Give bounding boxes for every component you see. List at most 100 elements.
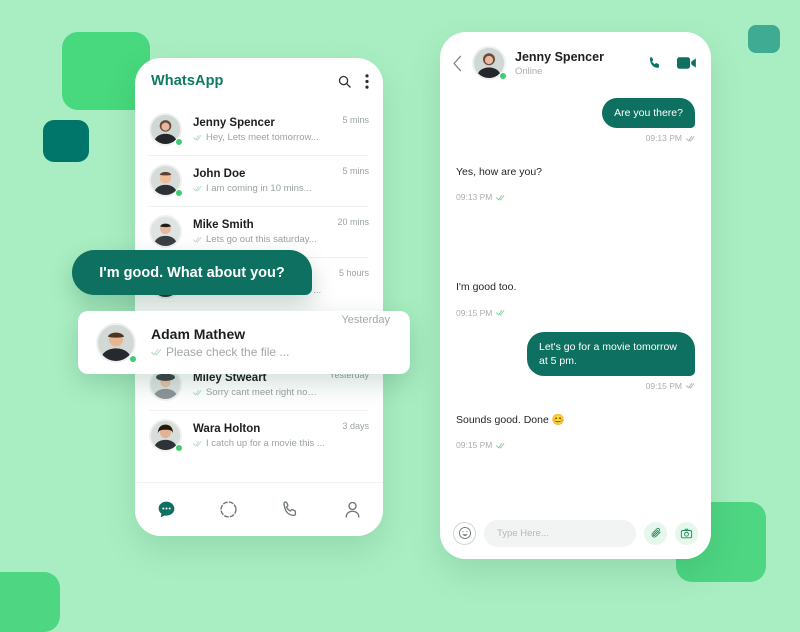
double-check-icon	[193, 134, 202, 141]
floating-chat-card[interactable]: Adam Mathew Please check the file ... Ye…	[78, 311, 410, 374]
chat-item-time: 20 mins	[337, 217, 369, 227]
avatar[interactable]	[472, 46, 507, 80]
avatar	[149, 164, 183, 197]
nav-item-profile[interactable]	[321, 499, 383, 520]
camera-icon[interactable]	[675, 521, 698, 545]
message-bubble[interactable]: Yes, how are you?	[456, 157, 547, 188]
message-meta: 09:15 PM	[456, 308, 505, 318]
chat-item-time: 5 hours	[338, 268, 369, 278]
double-check-icon	[193, 185, 202, 192]
message-time: 09:15 PM	[456, 440, 493, 451]
app-bar: WhatsApp	[135, 58, 383, 104]
double-check-icon	[193, 440, 202, 447]
floating-card-texts: Adam Mathew Please check the file ...	[151, 326, 333, 359]
chat-list-item[interactable]: Jenny Spencer Hey, Lets meet tomorrow...…	[135, 104, 383, 155]
bottom-navigation	[135, 482, 383, 536]
message-meta: 09:15 PM	[646, 381, 695, 391]
message-group: I'm good too. 09:15 PM	[456, 272, 695, 318]
chat-item-preview: Lets go out this saturday...	[206, 233, 317, 245]
message-input-bar: Type Here...	[440, 507, 711, 559]
chat-list-item[interactable]: Wara Holton I catch up for a movie this …	[135, 410, 383, 461]
online-badge	[175, 138, 183, 146]
person-icon	[345, 501, 359, 518]
video-camera-icon[interactable]	[677, 56, 697, 70]
search-icon[interactable]	[337, 74, 352, 89]
double-check-icon	[686, 135, 695, 142]
chat-item-texts: Wara Holton I catch up for a movie this …	[193, 423, 334, 449]
decor-square-teal-top-right	[748, 25, 780, 53]
conversation-phone: Jenny Spencer Online Are you there? 09:1…	[440, 32, 711, 559]
floating-card-preview: Please check the file ...	[166, 345, 290, 359]
avatar	[149, 419, 183, 452]
chat-item-texts: Mike Smith Lets go out this saturday...	[193, 219, 329, 245]
chat-item-texts: Jenny Spencer Hey, Lets meet tomorrow...	[193, 117, 334, 143]
chat-item-texts: Miley Stweart Sorry cant meet right now.…	[193, 372, 321, 398]
avatar	[96, 322, 137, 363]
nav-item-status[interactable]	[197, 499, 259, 520]
chat-bubble-icon	[158, 501, 174, 518]
message-bubble[interactable]: Are you there?	[602, 98, 695, 129]
double-check-icon	[496, 194, 505, 201]
decor-square-teal-left	[43, 120, 89, 162]
app-bar-actions	[337, 73, 369, 89]
message-bubble[interactable]: Sounds good. Done 😊	[456, 404, 569, 436]
featured-bubble-spacer	[456, 216, 695, 272]
nav-item-calls[interactable]	[259, 499, 321, 520]
message-bubble[interactable]: I'm good too.	[456, 272, 521, 303]
chat-item-name: Jenny Spencer	[193, 116, 275, 129]
message-time: 09:15 PM	[456, 307, 493, 318]
decor-square-green-bottom-left	[0, 572, 60, 632]
chat-item-time: 5 mins	[342, 166, 369, 176]
message-time: 09:13 PM	[645, 133, 682, 144]
chat-item-texts: John Doe I am coming in 10 mins...	[193, 168, 334, 194]
chat-list-item[interactable]: John Doe I am coming in 10 mins... 5 min…	[135, 155, 383, 206]
double-check-icon	[496, 310, 505, 316]
app-title: WhatsApp	[151, 73, 224, 89]
chat-item-name: Mike Smith	[193, 218, 254, 231]
chat-item-name: Wara Holton	[193, 422, 261, 435]
chevron-left-icon[interactable]	[450, 51, 469, 76]
double-check-icon	[496, 442, 505, 449]
message-group: Sounds good. Done 😊 09:15 PM	[456, 404, 695, 450]
chat-item-time: 5 mins	[342, 115, 369, 125]
message-input[interactable]: Type Here...	[484, 519, 636, 547]
chat-item-preview: I catch up for a movie this ...	[206, 437, 325, 449]
message-meta: 09:15 PM	[456, 440, 505, 450]
nav-item-chats[interactable]	[135, 499, 197, 520]
double-check-icon	[686, 383, 695, 389]
conversation-header-actions	[647, 55, 697, 71]
phone-icon[interactable]	[647, 55, 663, 71]
online-badge	[499, 72, 507, 80]
floating-card-time: Yesterday	[341, 314, 390, 326]
message-group: Let's go for a movie tomorrow at 5 pm. 0…	[456, 331, 695, 391]
avatar	[149, 113, 183, 146]
chat-item-preview: Hey, Lets meet tomorrow...	[206, 131, 319, 143]
message-meta: 09:13 PM	[456, 192, 505, 202]
double-check-icon	[151, 348, 162, 356]
chat-item-time: 3 days	[342, 421, 369, 431]
message-meta: 09:13 PM	[646, 133, 695, 143]
paperclip-icon[interactable]	[644, 521, 667, 545]
smiley-face-icon[interactable]	[453, 521, 476, 545]
message-bubble[interactable]: Let's go for a movie tomorrow at 5 pm.	[527, 331, 695, 376]
more-vertical-icon[interactable]	[365, 73, 369, 89]
online-badge	[175, 189, 183, 197]
chat-item-preview: I am coming in 10 mins...	[206, 182, 312, 194]
status-circle-icon	[219, 501, 237, 518]
chat-list-phone: WhatsApp Jenny Spencer Hey, Lets meet to…	[135, 58, 383, 536]
message-input-placeholder: Type Here...	[497, 527, 549, 539]
online-badge	[175, 444, 183, 452]
contact-status: Online	[515, 65, 543, 77]
message-time: 09:13 PM	[456, 192, 493, 203]
double-check-icon	[193, 389, 202, 396]
phone-icon	[282, 501, 296, 517]
floating-card-name: Adam Mathew	[151, 326, 246, 342]
message-group: Yes, how are you? 09:13 PM	[456, 157, 695, 202]
chat-item-preview: Sorry cant meet right now...	[205, 386, 322, 398]
double-check-icon	[193, 236, 202, 243]
conversation-header: Jenny Spencer Online	[440, 32, 711, 94]
featured-message-bubble[interactable]: I'm good. What about you?	[72, 250, 312, 295]
conversation-header-texts: Jenny Spencer Online	[515, 50, 647, 77]
message-time: 09:15 PM	[645, 380, 682, 391]
contact-name: Jenny Spencer	[515, 49, 604, 64]
